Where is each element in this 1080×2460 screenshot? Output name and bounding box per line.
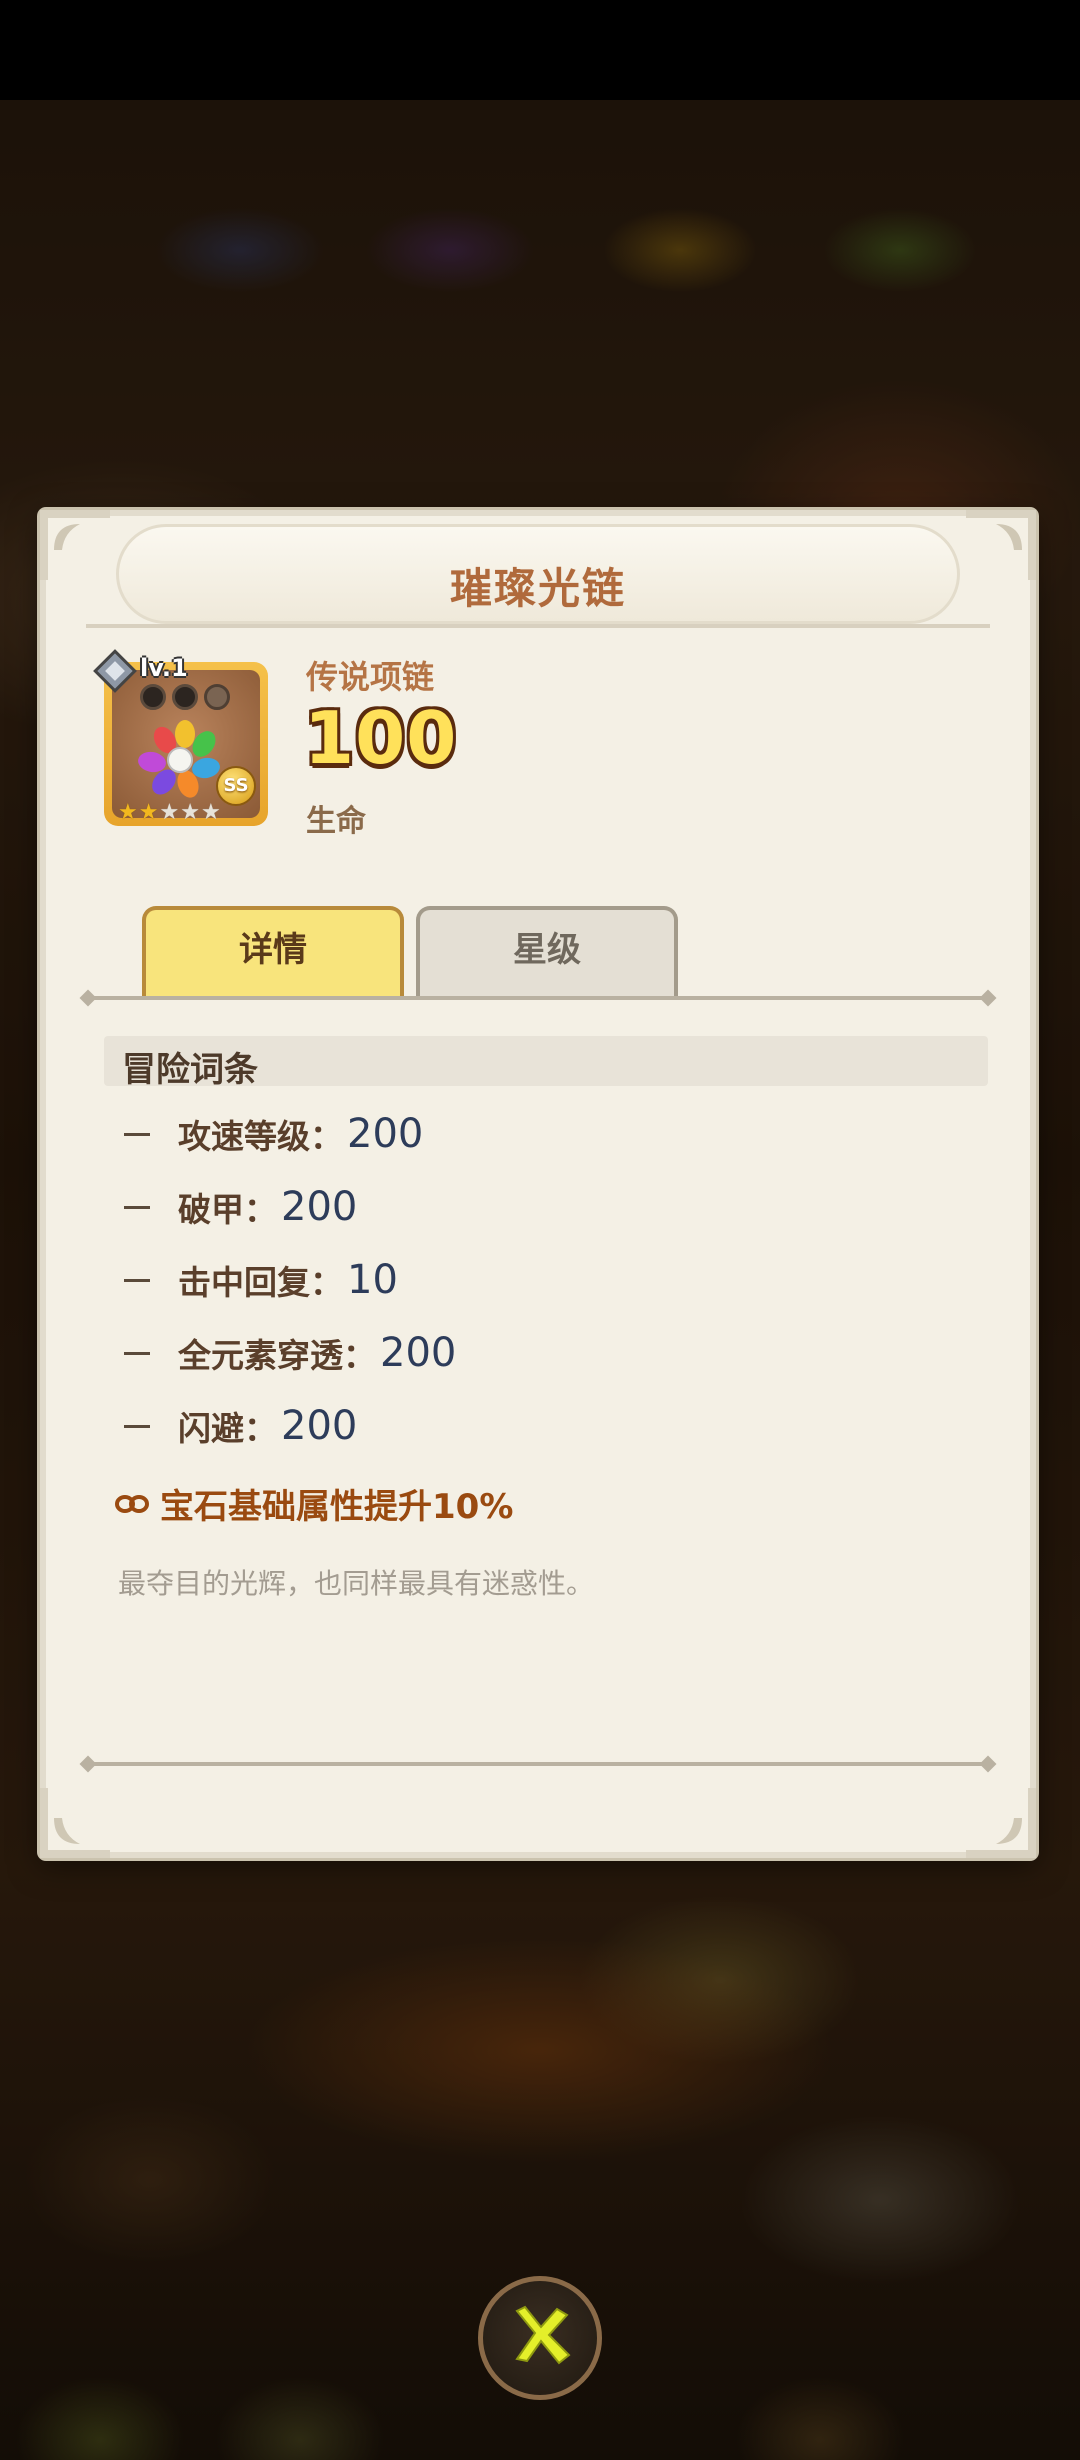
corner-ornament bbox=[40, 1788, 110, 1858]
affix-row: 闪避： 200 bbox=[124, 1401, 357, 1451]
socket-filled-icon bbox=[172, 684, 198, 710]
close-x-icon bbox=[515, 2305, 571, 2365]
item-detail-panel: 璀璨光链 SS ★ ★ ★ ★ ★ lv.1 传说项链 100 生命 详情 星级… bbox=[40, 510, 1036, 1858]
divider-diamond bbox=[79, 989, 97, 1007]
corner-ornament bbox=[40, 510, 110, 580]
item-type: 传说项链 bbox=[306, 658, 435, 696]
socket-filled-icon bbox=[140, 684, 166, 710]
grade-badge: SS bbox=[216, 766, 256, 806]
star-empty-icon: ★ bbox=[159, 800, 180, 825]
affix-label: 攻速等级： bbox=[178, 1117, 343, 1156]
tab-star-level[interactable]: 星级 bbox=[416, 906, 678, 998]
affix-label: 破甲： bbox=[178, 1190, 277, 1229]
level-diamond-icon bbox=[93, 649, 137, 693]
affix-value: 200 bbox=[380, 1330, 457, 1376]
close-button[interactable] bbox=[478, 2276, 602, 2400]
tab-divider bbox=[86, 996, 990, 1000]
dash-icon bbox=[124, 1351, 150, 1355]
socket-empty-icon bbox=[204, 684, 230, 710]
bottom-divider bbox=[86, 1762, 990, 1766]
section-title: 冒险词条 bbox=[122, 1050, 258, 1090]
divider-diamond bbox=[979, 1755, 997, 1773]
affix-value: 200 bbox=[347, 1111, 424, 1157]
affix-value: 200 bbox=[281, 1184, 358, 1230]
flavor-text: 最夺目的光辉，也同样最具有迷惑性。 bbox=[118, 1567, 595, 1600]
star-rating: ★ ★ ★ ★ ★ bbox=[118, 802, 221, 824]
dash-icon bbox=[124, 1278, 150, 1282]
affix-label: 全元素穿透： bbox=[178, 1336, 376, 1375]
set-bonus: 宝石基础属性提升10% bbox=[114, 1479, 513, 1528]
affix-label: 击中回复： bbox=[178, 1263, 343, 1302]
item-icon-frame: SS ★ ★ ★ ★ ★ lv.1 bbox=[93, 649, 268, 826]
corner-ornament bbox=[966, 510, 1036, 580]
star-filled-icon: ★ bbox=[118, 800, 138, 825]
section-header: 冒险词条 bbox=[104, 1036, 988, 1090]
star-empty-icon: ★ bbox=[180, 800, 200, 825]
link-icon bbox=[115, 1494, 149, 1513]
gem-sockets bbox=[140, 684, 230, 710]
affix-label: 闪避： bbox=[178, 1409, 277, 1448]
divider-diamond bbox=[979, 989, 997, 1007]
affix-value: 200 bbox=[281, 1403, 358, 1449]
affix-row: 攻速等级： 200 bbox=[124, 1109, 423, 1159]
dash-icon bbox=[124, 1424, 150, 1428]
affix-value: 10 bbox=[347, 1257, 398, 1303]
item-level: lv.1 bbox=[140, 654, 188, 682]
corner-ornament bbox=[966, 1788, 1036, 1858]
dash-icon bbox=[124, 1132, 150, 1136]
affix-row: 全元素穿透： 200 bbox=[124, 1328, 456, 1378]
main-stat-label: 生命 bbox=[306, 804, 366, 839]
star-filled-icon: ★ bbox=[138, 800, 159, 825]
affix-row: 击中回复： 10 bbox=[124, 1255, 398, 1305]
set-bonus-label: 宝石基础属性提升10% bbox=[160, 1487, 514, 1527]
title-plate: 璀璨光链 bbox=[116, 524, 960, 624]
affix-row: 破甲： 200 bbox=[124, 1182, 357, 1232]
tab-details[interactable]: 详情 bbox=[142, 906, 404, 998]
divider bbox=[86, 624, 990, 628]
status-bar bbox=[0, 0, 1080, 100]
star-empty-icon: ★ bbox=[200, 800, 221, 825]
main-stat-value: 100 bbox=[304, 696, 458, 780]
item-name: 璀璨光链 bbox=[449, 564, 626, 613]
dash-icon bbox=[124, 1205, 150, 1209]
divider-diamond bbox=[79, 1755, 97, 1773]
